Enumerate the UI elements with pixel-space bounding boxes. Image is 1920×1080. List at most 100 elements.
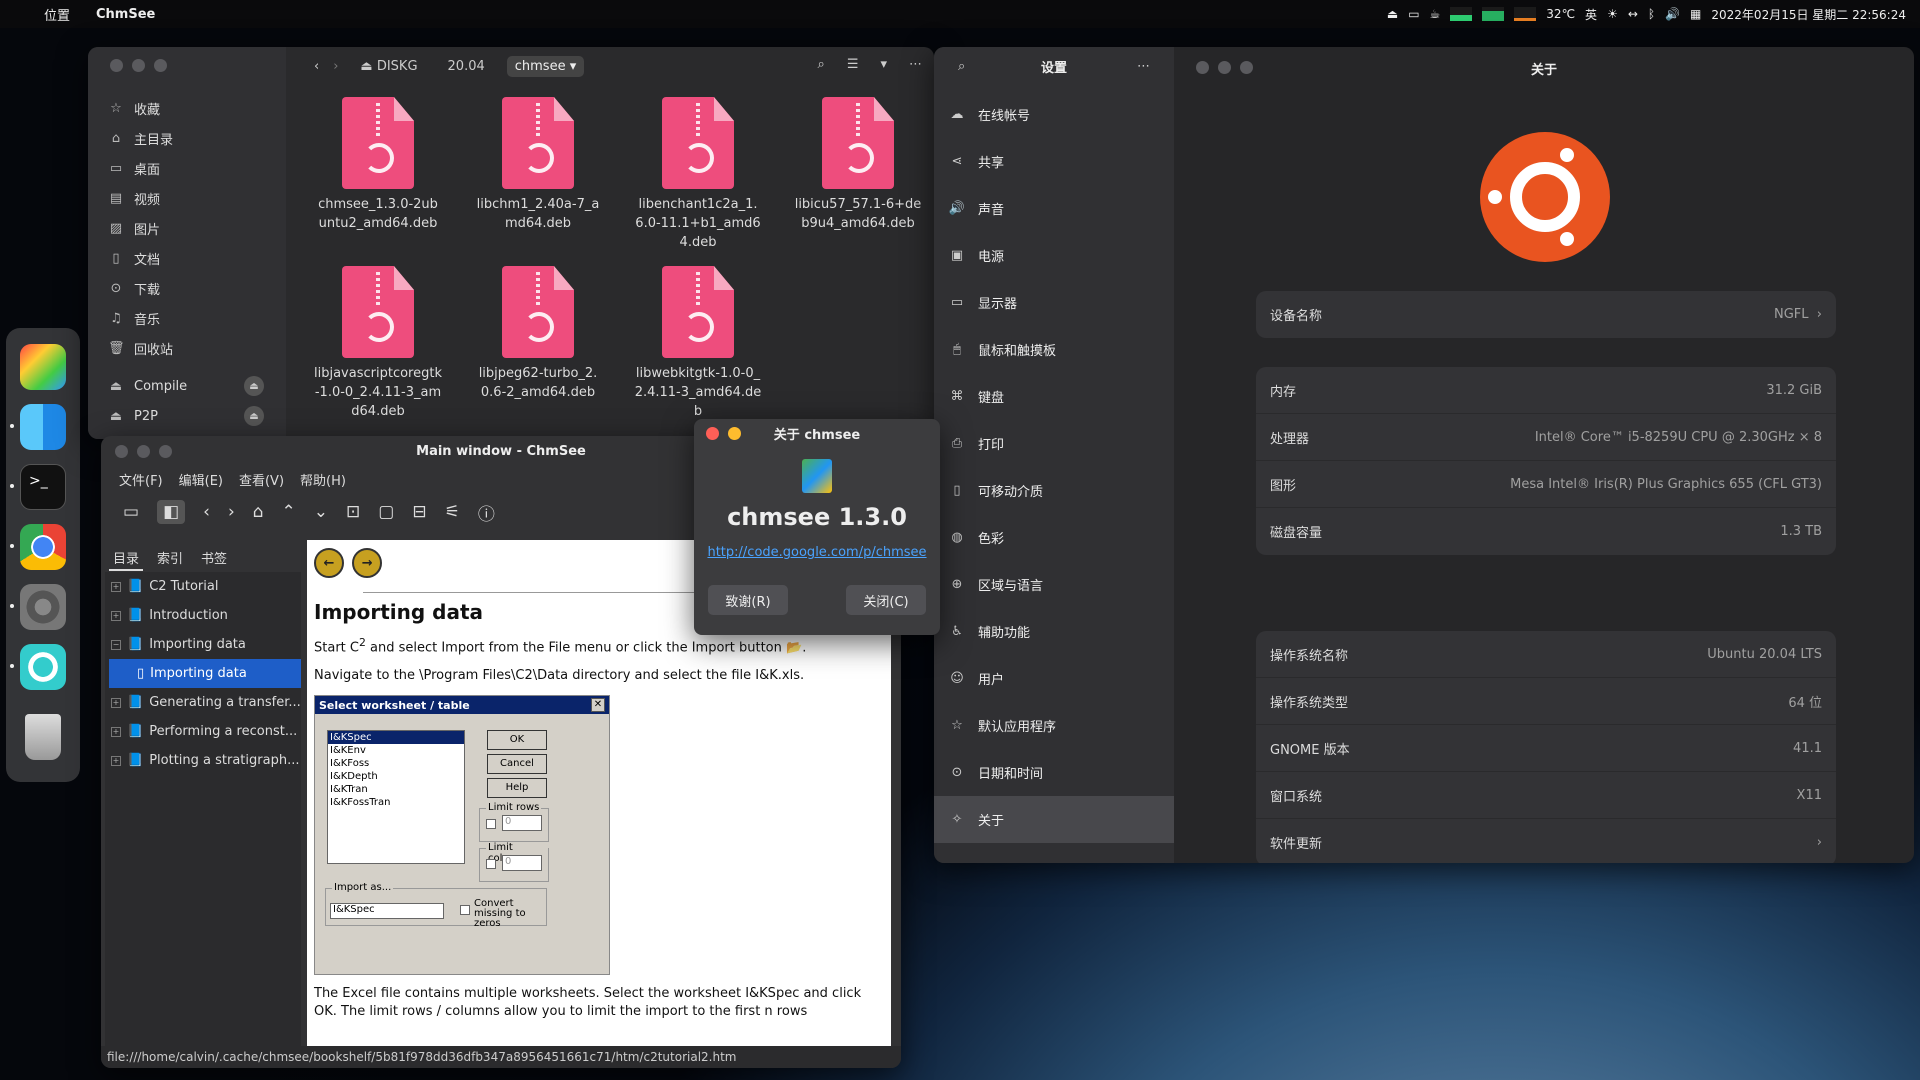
menu-file[interactable]: 文件(F) (119, 470, 163, 489)
website-link[interactable]: http://code.google.com/p/chmsee (694, 545, 940, 560)
settings-nav-item[interactable]: ☆ 默认应用程序 (934, 702, 1174, 749)
tree-item[interactable]: + 📘 Performing a reconst... (105, 717, 301, 746)
settings-nav-item[interactable]: ▣ 电源 (934, 232, 1174, 279)
file-item[interactable]: libenchant1c2a_1.6.0-11.1+b1_amd64.deb (618, 97, 778, 252)
settings-nav-item[interactable]: ☁ 在线帐号 (934, 91, 1174, 138)
back-icon[interactable]: ‹ (203, 502, 210, 522)
bluetooth-icon[interactable]: ᛒ (1648, 7, 1655, 21)
settings-icon[interactable] (20, 584, 66, 630)
sidebar-item-compile[interactable]: ⏏ Compile ⏏ (88, 371, 286, 401)
breadcrumb-diskg[interactable]: ⏏ DISKG (352, 56, 425, 77)
maximize-button[interactable] (154, 59, 167, 72)
cup-icon[interactable]: ☕ (1430, 7, 1441, 21)
chevron-down-icon[interactable]: ▾ (880, 57, 887, 72)
settings-nav-item[interactable]: ⋖ 共享 (934, 138, 1174, 185)
sidebar-item-p2p[interactable]: ⏏ P2P ⏏ (88, 401, 286, 431)
zoom-out-icon[interactable]: ⊟ (412, 502, 426, 522)
help-icon[interactable] (20, 644, 66, 690)
tab-index[interactable]: 索引 (153, 546, 187, 571)
file-item[interactable]: libicu57_57.1-6+deb9u4_amd64.deb (778, 97, 934, 252)
settings-nav-item[interactable]: ⊕ 区域与语言 (934, 561, 1174, 608)
sidebar-item-videos[interactable]: ▤ 视频 (88, 183, 286, 213)
next-page-button[interactable]: → (352, 548, 383, 578)
calendar-icon[interactable]: ▦ (1690, 7, 1701, 21)
tree-item[interactable]: + 📘 Plotting a stratigraph... (105, 746, 301, 775)
settings-nav-item[interactable]: ✧ 关于 (934, 796, 1174, 843)
expand-icon[interactable]: + (111, 755, 121, 766)
finder-icon[interactable] (20, 404, 66, 450)
location-menu[interactable]: 位置 (44, 5, 70, 24)
sidebar-item-pictures[interactable]: ▨ 图片 (88, 213, 286, 243)
network-icon[interactable]: ↔ (1628, 7, 1638, 21)
info-row[interactable]: 软件更新 › (1256, 819, 1836, 863)
menu-help[interactable]: 帮助(H) (300, 470, 346, 489)
minimize-button[interactable] (132, 59, 145, 72)
ime-indicator[interactable]: 英 (1585, 6, 1597, 23)
breadcrumb-2004[interactable]: 20.04 (440, 56, 493, 77)
expand-icon[interactable]: + (111, 581, 121, 592)
sidebar-item-starred[interactable]: ☆ 收藏 (88, 93, 286, 123)
minimize-button[interactable] (728, 427, 741, 440)
settings-nav-item[interactable]: ☺ 用户 (934, 655, 1174, 702)
settings-nav-item[interactable]: 🔊 声音 (934, 185, 1174, 232)
zoom-reset-icon[interactable]: ▢ (378, 502, 394, 522)
tree-item[interactable]: + 📘 Introduction (105, 601, 301, 630)
tree-item[interactable]: + 📘 C2 Tutorial (105, 572, 301, 601)
collapse-icon[interactable]: − (111, 639, 121, 650)
settings-nav-item[interactable]: ⌘ 键盘 (934, 373, 1174, 420)
home-icon[interactable]: ⌂ (253, 502, 264, 522)
terminal-icon[interactable]: >_ (20, 464, 66, 510)
settings-nav-item[interactable]: 🖱 鼠标和触摸板 (934, 326, 1174, 373)
expand-icon[interactable]: + (111, 697, 121, 708)
settings-nav-item[interactable]: ▯ 可移动介质 (934, 467, 1174, 514)
file-item[interactable]: chmsee_1.3.0-2ubuntu2_amd64.deb (298, 97, 458, 252)
file-item[interactable]: libjpeg62-turbo_2.0.6-2_amd64.deb (458, 266, 618, 421)
close-button[interactable] (115, 445, 128, 458)
file-item[interactable]: libwebkitgtk-1.0-0_2.4.11-3_amd64.deb (618, 266, 778, 421)
tree-item[interactable]: − 📘 Importing data (105, 630, 301, 659)
device-name-row[interactable]: 设备名称 NGFL › (1256, 291, 1836, 338)
tab-contents[interactable]: 目录 (109, 546, 144, 571)
tree-item[interactable]: + 📘 Generating a transfer... (105, 688, 301, 717)
down-icon[interactable]: ⌄ (314, 502, 328, 522)
credits-button[interactable]: 致谢(R) (708, 585, 788, 615)
close-button[interactable] (110, 59, 123, 72)
back-icon[interactable]: ‹ (314, 59, 319, 74)
sidebar-item-home[interactable]: ⌂ 主目录 (88, 123, 286, 153)
up-icon[interactable]: ⌃ (282, 502, 296, 522)
forward-icon[interactable]: › (228, 502, 235, 522)
tab-bookmarks[interactable]: 书签 (197, 546, 231, 571)
zoom-in-icon[interactable]: ⊡ (346, 502, 360, 522)
list-view-icon[interactable]: ☰ (847, 57, 859, 72)
sidebar-item-music[interactable]: ♫ 音乐 (88, 303, 286, 333)
eject-icon[interactable]: ⏏ (244, 406, 264, 426)
file-item[interactable]: libjavascriptcoregtk-1.0-0_2.4.11-3_amd6… (298, 266, 458, 421)
more-icon[interactable]: ⋯ (909, 57, 922, 72)
settings-nav-item[interactable]: ◍ 色彩 (934, 514, 1174, 561)
file-item[interactable]: libchm1_2.40a-7_amd64.deb (458, 97, 618, 252)
chrome-icon[interactable] (20, 524, 66, 570)
eject-icon[interactable]: ⏏ (244, 376, 264, 396)
tree-item[interactable]: ▯ Importing data (109, 659, 301, 688)
open-folder-icon[interactable]: ▭ (123, 502, 139, 522)
maximize-button[interactable] (159, 445, 172, 458)
sidebar-item-trash[interactable]: 🗑 回收站 (88, 333, 286, 363)
settings-nav-item[interactable]: ♿ 辅助功能 (934, 608, 1174, 655)
trash-icon[interactable] (25, 714, 61, 760)
info-icon[interactable]: ⓘ (478, 500, 495, 525)
forward-icon[interactable]: › (333, 59, 338, 74)
prev-page-button[interactable]: ← (314, 548, 344, 578)
settings-nav-item[interactable]: ▭ 显示器 (934, 279, 1174, 326)
volume-icon[interactable]: 🔊 (1665, 7, 1680, 21)
close-button[interactable] (706, 427, 719, 440)
clock[interactable]: 2022年02月15日 星期二 22:56:24 (1711, 6, 1906, 23)
breadcrumb-chmsee[interactable]: chmsee ▾ (506, 55, 585, 77)
menu-view[interactable]: 查看(V) (239, 470, 284, 489)
device-name-card[interactable]: 设备名称 NGFL › (1256, 291, 1836, 338)
app-menu[interactable]: ChmSee (96, 7, 155, 22)
close-dialog-button[interactable]: 关闭(C) (846, 585, 926, 615)
sidebar-item-desktop[interactable]: ▭ 桌面 (88, 153, 286, 183)
menu-edit[interactable]: 编辑(E) (179, 470, 223, 489)
sidebar-item-downloads[interactable]: ⊙ 下载 (88, 273, 286, 303)
sidebar-item-documents[interactable]: ▯ 文档 (88, 243, 286, 273)
